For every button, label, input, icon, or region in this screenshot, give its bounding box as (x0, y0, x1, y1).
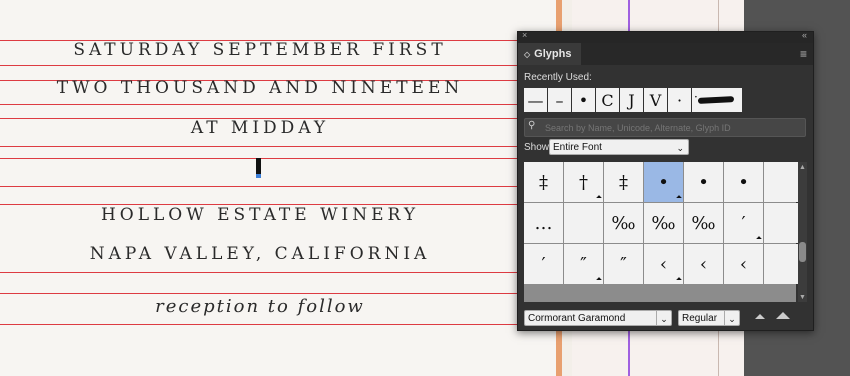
glyph-char: … (534, 212, 553, 234)
glyph-char: ‰ (651, 212, 676, 234)
small-mountain-icon[interactable] (755, 314, 765, 319)
show-label: Show: (524, 142, 552, 153)
recent-glyph[interactable]: C (596, 88, 619, 112)
invite-line-time[interactable]: AT MIDDAY (0, 118, 520, 138)
glyph-char: ‰ (691, 212, 716, 234)
glyph-grid-scrollbar[interactable]: ▲ ▼ (798, 162, 807, 302)
glyph-search-field[interactable]: ⚲ (524, 118, 806, 137)
glyph-char: ‡ (539, 171, 548, 193)
tab-glyphs-label: Glyphs (534, 48, 572, 60)
glyph-cell[interactable]: ‡ (524, 162, 563, 202)
glyph-char: ′ (541, 253, 546, 275)
panel-menu-icon[interactable]: ≡ (800, 47, 807, 61)
glyph-cell[interactable]: ‹ (684, 244, 723, 284)
glyph-search-input[interactable] (543, 120, 797, 136)
scroll-down-icon[interactable]: ▼ (799, 294, 806, 301)
alternates-indicator-icon (756, 236, 762, 242)
show-dropdown[interactable]: Entire Font ⌄ (549, 139, 689, 155)
guide-line (0, 272, 556, 273)
glyph-char: ‹ (659, 253, 668, 275)
updown-chevron-icon: ◇ (524, 50, 531, 59)
guide-line (0, 293, 556, 294)
invite-line-date[interactable]: SATURDAY SEPTEMBER FIRST (0, 40, 520, 60)
invite-line-location[interactable]: NAPA VALLEY, CALIFORNIA (0, 244, 520, 264)
glyph-grid: ‡ † ‡ • • • … ‰ ‰ ‰ ′ ′ ″ ″ ‹ ‹ ‹ (524, 162, 803, 302)
glyph-char: ‰ (611, 212, 636, 234)
glyph-cell[interactable]: ‡ (604, 162, 643, 202)
scroll-up-icon[interactable]: ▲ (799, 164, 806, 171)
recent-glyph[interactable]: – (548, 88, 571, 112)
redaction-mark (697, 96, 735, 104)
glyph-char: ′ (741, 212, 746, 234)
glyph-cell[interactable]: • (724, 162, 763, 202)
panel-tab-row: ◇ Glyphs ≡ (518, 43, 813, 65)
chevron-down-icon: ⌄ (656, 311, 671, 325)
glyph-char: • (738, 171, 749, 193)
glyph-cell[interactable]: † (564, 162, 603, 202)
guide-line (0, 104, 556, 105)
glyph-cell[interactable]: … (524, 203, 563, 243)
chevron-down-icon: ⌄ (724, 311, 739, 325)
alternates-indicator-icon (676, 195, 682, 201)
text-selection (256, 174, 261, 178)
alternates-indicator-icon (596, 195, 602, 201)
guide-line (0, 158, 556, 159)
guide-line (0, 146, 556, 147)
recent-glyph[interactable]: — (524, 88, 547, 112)
glyph-char: ‹ (699, 253, 708, 275)
alternates-indicator-icon (596, 277, 602, 283)
guide-line (0, 186, 556, 187)
guide-line (0, 65, 556, 66)
show-dropdown-value: Entire Font (553, 142, 602, 153)
font-family-value: Cormorant Garamond (528, 313, 626, 324)
glyph-cell[interactable]: ‰ (644, 203, 683, 243)
recent-glyph[interactable]: • (572, 88, 595, 112)
glyph-cell[interactable]: ‰ (684, 203, 723, 243)
glyph-char: ″ (580, 253, 587, 275)
glyph-char: • (658, 171, 669, 193)
glyphs-panel: × « ◇ Glyphs ≡ Recently Used: — – • C J V… (517, 30, 814, 331)
glyph-cell[interactable]: ′ (724, 203, 763, 243)
glyph-char: • (698, 171, 709, 193)
recent-glyph[interactable]: J (620, 88, 643, 112)
recent-glyph[interactable]: · (668, 88, 691, 112)
font-style-value: Regular (682, 313, 718, 324)
glyph-cell[interactable]: ‹ (644, 244, 683, 284)
glyph-cell[interactable] (564, 203, 603, 243)
font-style-dropdown[interactable]: Regular ⌄ (678, 310, 740, 326)
recent-glyph[interactable]: V (644, 88, 667, 112)
chevron-down-icon: ⌄ (676, 143, 684, 153)
alternates-indicator-icon (676, 277, 682, 283)
font-family-dropdown[interactable]: Cormorant Garamond ⌄ (524, 310, 672, 326)
glyph-cell-selected[interactable]: • (644, 162, 683, 202)
glyph-char: † (579, 171, 588, 193)
panel-titlebar[interactable]: × « (518, 30, 813, 43)
invite-line-reception[interactable]: reception to follow (0, 296, 520, 317)
glyph-cell[interactable]: ′ (524, 244, 563, 284)
artboard[interactable]: SATURDAY SEPTEMBER FIRST TWO THOUSAND AN… (0, 0, 556, 376)
glyph-char: ″ (620, 253, 627, 275)
tab-glyphs[interactable]: ◇ Glyphs (518, 43, 582, 65)
close-icon[interactable]: × (522, 30, 527, 40)
glyph-cell[interactable]: ‹ (724, 244, 763, 284)
glyph-cell[interactable]: ″ (604, 244, 643, 284)
glyph-char: ‡ (619, 171, 628, 193)
glyph-cell[interactable]: ″ (564, 244, 603, 284)
invite-line-venue[interactable]: HOLLOW ESTATE WINERY (0, 205, 520, 225)
recent-glyphs-row: — – • C J V · · (524, 88, 742, 112)
double-chevron-icon[interactable]: « (802, 30, 807, 40)
recently-used-label: Recently Used: (524, 72, 592, 83)
scrollbar-thumb[interactable] (799, 242, 806, 262)
search-icon[interactable]: ⚲ (528, 120, 535, 131)
guide-line (0, 324, 556, 325)
large-mountain-icon[interactable] (776, 312, 790, 319)
invite-line-year[interactable]: TWO THOUSAND AND NINETEEN (0, 78, 520, 98)
glyph-cell[interactable]: ‰ (604, 203, 643, 243)
recent-glyph-redacted[interactable]: · (692, 88, 742, 112)
glyph-cell[interactable]: • (684, 162, 723, 202)
glyph-char: ‹ (739, 253, 748, 275)
